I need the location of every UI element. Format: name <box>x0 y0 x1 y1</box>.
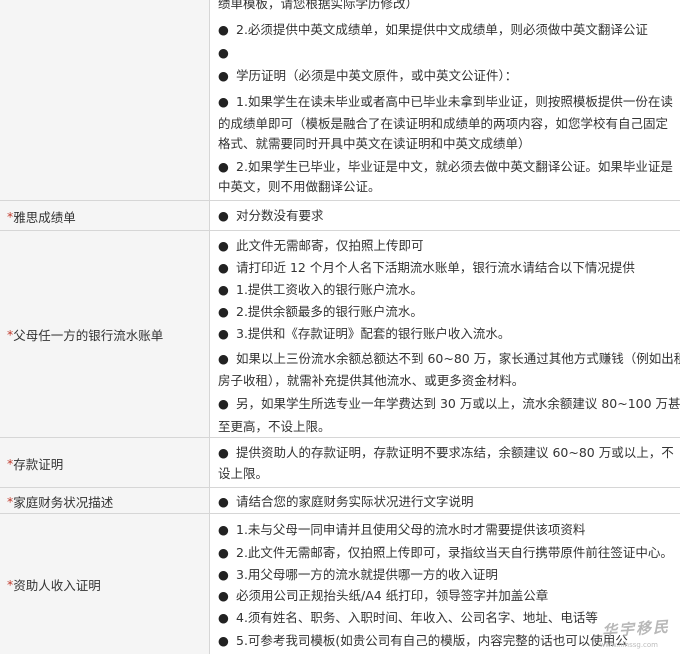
watermark-url: www.hlhssg.com <box>599 641 659 649</box>
line-text: 2.此文件无需邮寄，仅拍照上传即可，录指纹当天自行携带原件前往签证中心。 <box>236 545 673 560</box>
line-text: 如果以上三份流水余额总额达不到 60~80 万，家长通过其他方式赚钱（例如出租 <box>236 351 680 366</box>
bullet-icon: ● <box>218 45 229 60</box>
line-text: 设上限。 <box>218 466 269 481</box>
content-line: ● 提供资助人的存款证明，存款证明不要求冻结，余额建议 60~80 万或以上，不 <box>218 443 674 463</box>
line-text: 5.可参考我司模板(如贵公司有自己的模版，内容完整的话也可以使用公 <box>236 633 628 648</box>
row-label-cell: * 父母任一方的银行流水账单 <box>0 231 210 438</box>
bullet-icon: ● <box>218 396 229 411</box>
bullet-icon: ● <box>218 159 229 174</box>
bullet-icon: ● <box>218 260 229 275</box>
bullet-icon: ● <box>218 445 229 460</box>
line-text: 必须用公司正规抬头纸/A4 纸打印，领导签字并加盖公章 <box>236 588 549 603</box>
row-label: 雅思成绩单 <box>13 209 76 225</box>
line-text: 另，如果学生所选专业一年学费达到 30 万或以上，流水余额建议 80~100 万… <box>236 396 680 411</box>
bullet-icon: ● <box>218 68 229 83</box>
bullet-icon: ● <box>218 522 229 537</box>
row-label-cell: * 家庭财务状况描述 <box>0 488 210 514</box>
line-text: 4.须有姓名、职务、入职时间、年收入、公司名字、地址、电话等 <box>236 610 598 625</box>
line-text: 1.未与父母一同申请并且使用父母的流水时才需要提供该项资料 <box>236 522 586 537</box>
content-line: ● 2.如果学生已毕业，毕业证是中文，就必须去做中英文翻译公证。如果毕业证是 <box>218 157 673 177</box>
row-label: 存款证明 <box>13 456 64 472</box>
table-row: * 雅思成绩单 ● 对分数没有要求 <box>0 200 680 231</box>
content-line: ● 另，如果学生所选专业一年学费达到 30 万或以上，流水余额建议 80~100 … <box>218 394 680 414</box>
bullet-icon: ● <box>218 326 229 341</box>
content-line: ● 3.提供和《存款证明》配套的银行账户收入流水。 <box>218 324 510 344</box>
line-text: 此文件无需邮寄，仅拍照上传即可 <box>236 238 424 253</box>
line-text: 学历证明（必须是中英文原件，或中英文公证件）： <box>236 68 518 83</box>
content-line: ● 如果以上三份流水余额总额达不到 60~80 万，家长通过其他方式赚钱（例如出租 <box>218 349 680 369</box>
row-label: 家庭财务状况描述 <box>13 494 114 510</box>
line-text: 绩单模板，请您根据实际学历修改） <box>218 0 419 11</box>
line-text: 请打印近 12 个月个人名下活期流水账单，银行流水请结合以下情况提供 <box>236 260 635 275</box>
table-row: * 父母任一方的银行流水账单 ● 此文件无需邮寄，仅拍照上传即可 ● 请打印近 12 个月… <box>0 230 680 438</box>
bullet-icon: ● <box>218 238 229 253</box>
table-row: * 资助人收入证明 ● 1.未与父母一同申请并且使用父母的流水时才需要提供该项资料 ● 2… <box>0 513 680 654</box>
row-content-cell: ● 请结合您的家庭财务实际状况进行文字说明 <box>211 488 680 514</box>
row-content-cell: ● 对分数没有要求 <box>211 201 680 231</box>
content-line: ● 请打印近 12 个月个人名下活期流水账单，银行流水请结合以下情况提供 <box>218 258 635 278</box>
content-line: 房子收租），就需补充提供其他流水、或更多资金材料。 <box>218 371 524 391</box>
line-text: 中英文，则不用做翻译公证。 <box>218 179 381 194</box>
table-row: * 存款证明 ● 提供资助人的存款证明，存款证明不要求冻结，余额建议 60~80 万或… <box>0 437 680 488</box>
row-label-cell: * 雅思成绩单 <box>0 201 210 231</box>
bullet-icon: ● <box>218 494 229 509</box>
content-line: 绩单模板，请您根据实际学历修改） <box>218 0 418 14</box>
bullet-icon: ● <box>218 282 229 297</box>
row-label-cell: * 资助人收入证明 <box>0 514 210 654</box>
content-line: ● 1.如果学生在读未毕业或者高中已毕业未拿到毕业证，则按照模板提供一份在读 <box>218 92 673 112</box>
line-text: 请结合您的家庭财务实际状况进行文字说明 <box>236 494 474 509</box>
content-line: ● 2.必须提供中英文成绩单，如果提供中文成绩单，则必须做中英文翻译公证 <box>218 20 648 40</box>
content-line: ● 2.提供余额最多的银行账户流水。 <box>218 302 423 322</box>
bullet-icon: ● <box>218 304 229 319</box>
bullet-icon: ● <box>218 94 229 109</box>
content-line: 的成绩单即可（模板是融合了在读证明和成绩单的两项内容，如您学校有自己固定 <box>218 114 668 134</box>
bullet-icon: ● <box>218 588 229 603</box>
bullet-icon: ● <box>218 545 229 560</box>
line-text: 3.用父母哪一方的流水就提供哪一方的收入证明 <box>236 567 498 582</box>
content-line: 格式、就需要同时开具中英文在读证明和中英文成绩单） <box>218 134 531 154</box>
content-line: ● 对分数没有要求 <box>218 206 324 226</box>
content-line: ● 必须用公司正规抬头纸/A4 纸打印，领导签字并加盖公章 <box>218 586 548 606</box>
bullet-icon: ● <box>218 351 229 366</box>
bullet-icon: ● <box>218 22 229 37</box>
content-line: ● 1.提供工资收入的银行账户流水。 <box>218 280 423 300</box>
line-text: 房子收租），就需补充提供其他流水、或更多资金材料。 <box>218 373 525 388</box>
line-text: 2.必须提供中英文成绩单，如果提供中文成绩单，则必须做中英文翻译公证 <box>236 22 648 37</box>
bullet-icon: ● <box>218 567 229 582</box>
line-text: 1.提供工资收入的银行账户流水。 <box>236 282 423 297</box>
bullet-icon: ● <box>218 208 229 223</box>
row-label-cell: * 存款证明 <box>0 438 210 488</box>
line-text: 2.提供余额最多的银行账户流水。 <box>236 304 423 319</box>
row-content-cell: 绩单模板，请您根据实际学历修改） ● 2.必须提供中英文成绩单，如果提供中文成绩单，… <box>211 0 680 200</box>
content-line: 设上限。 <box>218 464 268 484</box>
line-text: 格式、就需要同时开具中英文在读证明和中英文成绩单） <box>218 136 531 151</box>
row-content-cell: ● 此文件无需邮寄，仅拍照上传即可 ● 请打印近 12 个月个人名下活期流水账单，银行… <box>211 231 680 438</box>
content-line: ● <box>218 43 236 63</box>
line-text: 对分数没有要求 <box>236 208 324 223</box>
bullet-icon: ● <box>218 633 229 648</box>
content-line: ● 学历证明（必须是中英文原件，或中英文公证件）： <box>218 66 517 86</box>
content-line: 中英文，则不用做翻译公证。 <box>218 177 381 197</box>
content-line: ● 请结合您的家庭财务实际状况进行文字说明 <box>218 492 474 512</box>
line-text: 2.如果学生已毕业，毕业证是中文，就必须去做中英文翻译公证。如果毕业证是 <box>236 159 673 174</box>
row-label-cell <box>0 0 210 200</box>
line-text: 的成绩单即可（模板是融合了在读证明和成绩单的两项内容，如您学校有自己固定 <box>218 116 669 131</box>
content-line: ● 5.可参考我司模板(如贵公司有自己的模版，内容完整的话也可以使用公 <box>218 631 628 651</box>
content-line: ● 2.此文件无需邮寄，仅拍照上传即可，录指纹当天自行携带原件前往签证中心。 <box>218 543 673 563</box>
line-text: 1.如果学生在读未毕业或者高中已毕业未拿到毕业证，则按照模板提供一份在读 <box>236 94 673 109</box>
row-label: 父母任一方的银行流水账单 <box>13 328 164 343</box>
table-row: 绩单模板，请您根据实际学历修改） ● 2.必须提供中英文成绩单，如果提供中文成绩单，… <box>0 0 680 200</box>
line-text: 3.提供和《存款证明》配套的银行账户收入流水。 <box>236 326 511 341</box>
content-line: ● 3.用父母哪一方的流水就提供哪一方的收入证明 <box>218 565 498 585</box>
content-line: 至更高，不设上限。 <box>218 417 331 437</box>
line-text: 至更高，不设上限。 <box>218 419 331 434</box>
line-text: 提供资助人的存款证明，存款证明不要求冻结，余额建议 60~80 万或以上，不 <box>236 445 674 460</box>
content-line: ● 4.须有姓名、职务、入职时间、年收入、公司名字、地址、电话等 <box>218 608 598 628</box>
row-label: 资助人收入证明 <box>13 577 101 593</box>
content-line: ● 此文件无需邮寄，仅拍照上传即可 <box>218 236 424 256</box>
content-line: ● 1.未与父母一同申请并且使用父母的流水时才需要提供该项资料 <box>218 520 585 540</box>
table-row: * 家庭财务状况描述 ● 请结合您的家庭财务实际状况进行文字说明 <box>0 487 680 514</box>
bullet-icon: ● <box>218 610 229 625</box>
row-content-cell: ● 提供资助人的存款证明，存款证明不要求冻结，余额建议 60~80 万或以上，不设… <box>211 438 680 488</box>
